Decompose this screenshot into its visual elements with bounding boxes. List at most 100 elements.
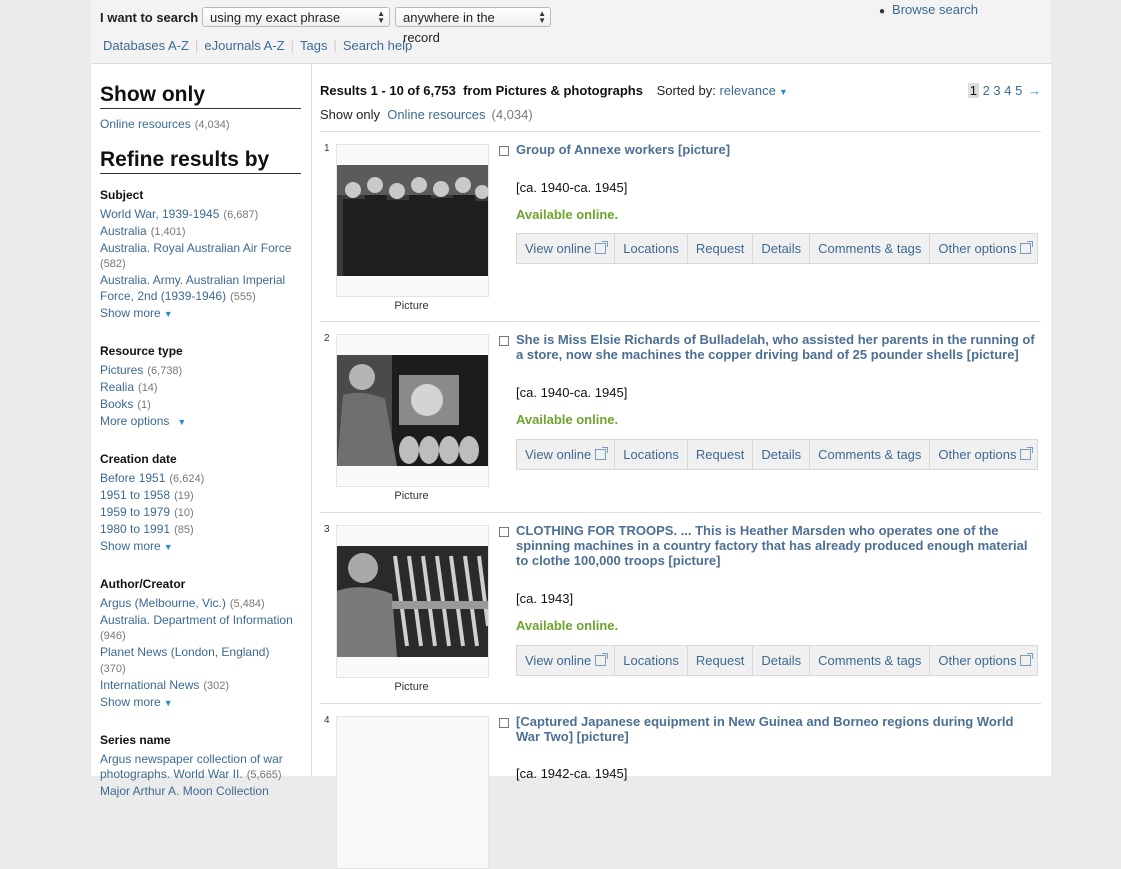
- action-label: Other options: [938, 241, 1017, 256]
- facet-item[interactable]: Australia. Royal Australian Air Force (58…: [100, 241, 301, 273]
- record-title[interactable]: [Captured Japanese equipment in New Guin…: [516, 714, 1038, 744]
- select-checkbox[interactable]: [499, 336, 509, 346]
- availability-status: Available online.: [516, 618, 619, 633]
- details-button[interactable]: Details: [753, 234, 811, 263]
- page-link[interactable]: 5: [1015, 83, 1022, 98]
- details-button[interactable]: Details: [753, 646, 811, 675]
- facet-label: Major Arthur A. Moon Collection: [100, 784, 269, 798]
- record-title[interactable]: Group of Annexe workers [picture]: [516, 142, 1038, 157]
- scope-select[interactable]: anywhere in the record ▲ ▼: [395, 7, 551, 45]
- facet-item[interactable]: World War, 1939-1945 (6,687): [100, 207, 301, 224]
- scope-select-value: anywhere in the record: [403, 10, 495, 45]
- view-online-button[interactable]: View online: [517, 440, 616, 469]
- page-link[interactable]: 2: [983, 83, 990, 98]
- facet-item[interactable]: Australia. Army. Australian Imperial For…: [100, 273, 301, 305]
- request-button[interactable]: Request: [688, 234, 754, 263]
- availability-status: Available online.: [516, 412, 619, 427]
- select-checkbox[interactable]: [499, 718, 509, 728]
- view-online-button[interactable]: View online: [517, 234, 616, 263]
- comments-tags-button[interactable]: Comments & tags: [810, 440, 931, 469]
- facet-item[interactable]: Books (1): [100, 397, 301, 414]
- record-type: Picture: [394, 490, 429, 502]
- select-checkbox[interactable]: [499, 146, 509, 156]
- select-checkbox[interactable]: [499, 527, 509, 537]
- nav-databases-link[interactable]: Databases A-Z: [103, 38, 189, 53]
- phrase-select[interactable]: using my exact phrase ▲ ▼: [202, 7, 390, 27]
- record-title[interactable]: She is Miss Elsie Richards of Bulladelah…: [516, 332, 1038, 362]
- subject-show-more[interactable]: Show more ▼: [100, 306, 301, 322]
- facet-item[interactable]: Before 1951 (6,624): [100, 471, 301, 488]
- record-type: Picture: [394, 300, 429, 312]
- online-resources-link[interactable]: Online resources: [387, 107, 485, 122]
- other-options-button[interactable]: Other options: [930, 234, 1039, 263]
- facet-online-resources[interactable]: Online resources (4,034): [100, 117, 301, 134]
- comments-tags-button[interactable]: Comments & tags: [810, 234, 931, 263]
- sidebar: Show only Online resources (4,034) Refine…: [100, 63, 301, 800]
- locations-button[interactable]: Locations: [615, 646, 688, 675]
- facet-count: (582): [100, 258, 126, 270]
- facet-item[interactable]: Australia. Department of Information (946…: [100, 613, 301, 645]
- facet-item[interactable]: Major Arthur A. Moon Collection: [100, 784, 301, 800]
- nav-divider: |: [290, 38, 294, 53]
- other-options-button[interactable]: Other options: [930, 646, 1039, 675]
- record-actions: View online Locations Request Details Co…: [516, 233, 1038, 264]
- page-link[interactable]: 4: [1004, 83, 1011, 98]
- phrase-select-value: using my exact phrase: [210, 10, 341, 25]
- show-more-label: Show more: [100, 538, 161, 553]
- nav-tags-link[interactable]: Tags: [300, 38, 327, 53]
- facet-label: 1980 to 1991: [100, 521, 171, 536]
- other-options-button[interactable]: Other options: [930, 440, 1039, 469]
- facet-title-series: Series name: [100, 732, 171, 747]
- nav-ejournals-link[interactable]: eJournals A-Z: [204, 38, 284, 53]
- facet-item[interactable]: Pictures (6,738): [100, 363, 301, 380]
- date-show-more[interactable]: Show more ▼: [100, 539, 301, 555]
- facet-item[interactable]: 1980 to 1991 (85): [100, 522, 301, 539]
- sidebar-divider: [311, 63, 312, 776]
- facet-item[interactable]: 1951 to 1958 (19): [100, 488, 301, 505]
- request-button[interactable]: Request: [688, 440, 754, 469]
- browse-search-link[interactable]: Browse search: [892, 2, 978, 17]
- resource-more-options[interactable]: More options ▼: [100, 414, 301, 430]
- locations-button[interactable]: Locations: [615, 440, 688, 469]
- action-label: Other options: [938, 653, 1017, 668]
- results-range: Results 1 - 10 of 6,753: [320, 83, 456, 98]
- facet-item[interactable]: International News (302): [100, 678, 301, 695]
- record-date: [ca. 1942-ca. 1945]: [516, 766, 628, 781]
- facet-label: Australia. Army. Australian Imperial For…: [100, 273, 286, 303]
- next-page-arrow-icon[interactable]: →: [1028, 83, 1041, 98]
- facet-item[interactable]: Argus (Melbourne, Vic.) (5,484): [100, 596, 301, 613]
- details-button[interactable]: Details: [753, 440, 811, 469]
- record-title[interactable]: CLOTHING FOR TROOPS. ... This is Heather…: [516, 523, 1038, 568]
- record-thumbnail[interactable]: [336, 716, 489, 869]
- chevron-down-icon: ▼: [163, 308, 173, 319]
- nav-help-link[interactable]: Search help: [343, 38, 412, 53]
- record-thumbnail[interactable]: [336, 144, 489, 297]
- chevron-down-icon: ▼: [177, 416, 187, 427]
- page-current: 1: [967, 83, 979, 98]
- result-record: 1 Picture Group of Annexe workers [pictu…: [320, 131, 1041, 322]
- facet-item[interactable]: 1959 to 1979 (10): [100, 505, 301, 522]
- chevron-down-icon: ▼: [163, 541, 173, 552]
- facet-title-author: Author/Creator: [100, 576, 186, 591]
- view-online-button[interactable]: View online: [517, 646, 616, 675]
- external-link-icon: [1020, 447, 1034, 460]
- page-link[interactable]: 3: [993, 83, 1000, 98]
- facet-item[interactable]: Realia (14): [100, 380, 301, 397]
- record-thumbnail[interactable]: [336, 334, 489, 487]
- facet-item[interactable]: Australia (1,401): [100, 224, 301, 241]
- comments-tags-button[interactable]: Comments & tags: [810, 646, 931, 675]
- facet-title-resource-type: Resource type: [100, 343, 183, 358]
- record-number: 1: [324, 143, 330, 154]
- author-show-more[interactable]: Show more ▼: [100, 695, 301, 711]
- sort-dropdown[interactable]: relevance ▼: [719, 83, 787, 98]
- top-nav: Databases A-Z | eJournals A-Z | Tags | Search …: [103, 38, 412, 53]
- search-label: I want to search: [100, 10, 199, 25]
- facet-item[interactable]: Planet News (London, England) (370): [100, 645, 301, 677]
- facet-item[interactable]: Argus newspaper collection of war photog…: [100, 752, 301, 784]
- record-date: [ca. 1943]: [516, 591, 574, 606]
- record-actions: View online Locations Request Details Co…: [516, 439, 1038, 470]
- facet-count: (85): [174, 523, 194, 536]
- locations-button[interactable]: Locations: [615, 234, 688, 263]
- record-thumbnail[interactable]: [336, 525, 489, 678]
- request-button[interactable]: Request: [688, 646, 754, 675]
